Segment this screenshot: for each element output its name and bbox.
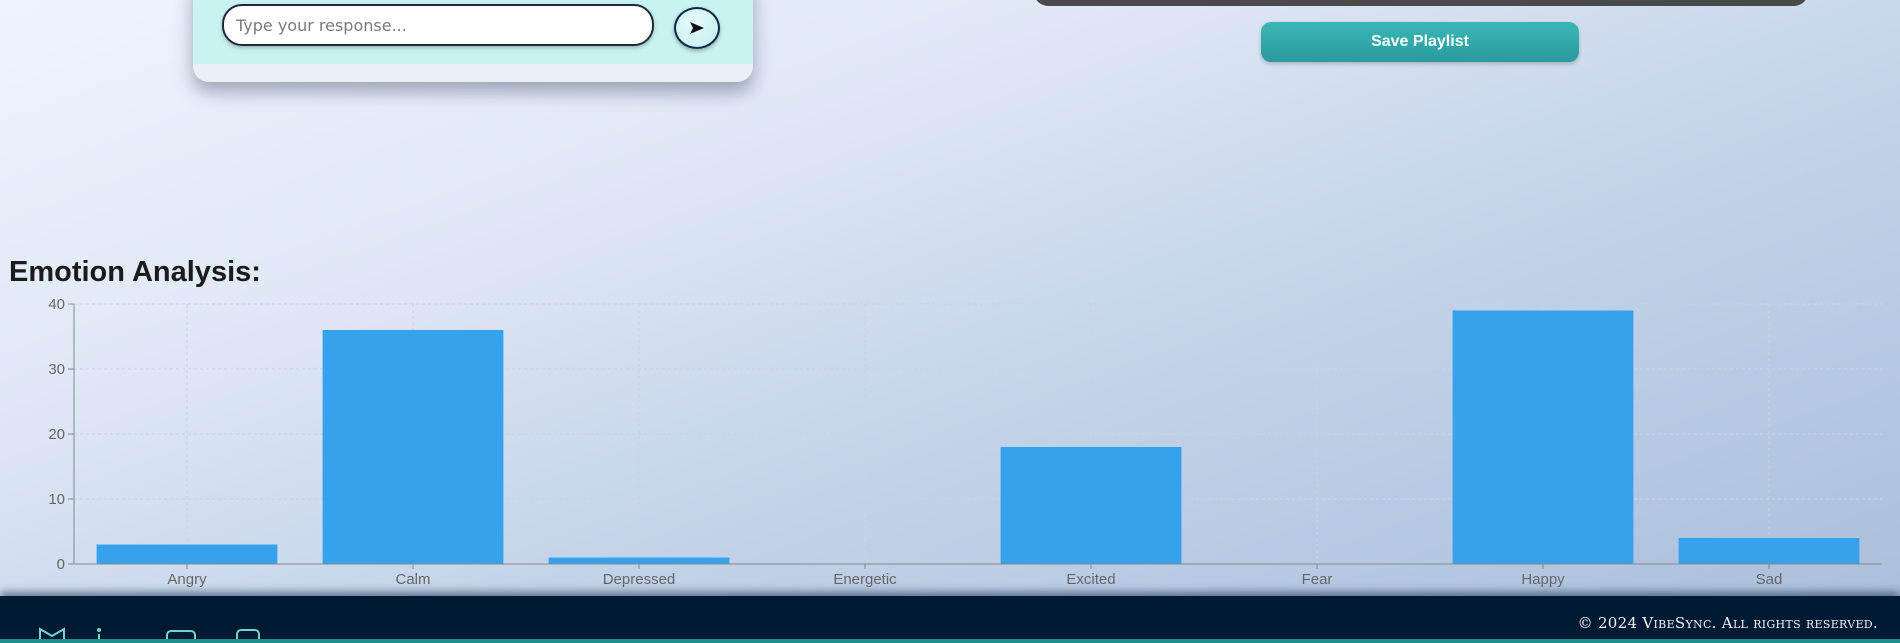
y-tick-label: 10 <box>48 491 65 508</box>
chat-panel <box>193 0 753 82</box>
y-tick-label: 20 <box>48 426 65 443</box>
send-arrow-icon <box>690 22 704 34</box>
bar-depressed <box>548 557 730 564</box>
x-tick-label: Fear <box>1302 571 1333 587</box>
footer: © 2024 VibeSync. All rights reserved. <box>0 596 1900 643</box>
emotion-analysis-title: Emotion Analysis: <box>9 256 261 288</box>
bar-happy <box>1452 310 1634 564</box>
bar-calm <box>322 330 504 564</box>
x-tick-label: Sad <box>1756 571 1783 587</box>
chat-input-row <box>193 0 753 64</box>
x-tick-label: Angry <box>167 571 207 587</box>
x-tick-label: Happy <box>1521 571 1565 587</box>
y-tick-label: 0 <box>57 556 65 573</box>
copyright-text: © 2024 VibeSync. All rights reserved. <box>1577 614 1878 632</box>
emotion-bar-chart: 0 10 20 30 40 Angry Calm Depressed Energetic Exci… <box>48 296 1882 587</box>
y-tick-label: 30 <box>48 361 65 378</box>
x-tick-label: Excited <box>1066 571 1115 587</box>
save-playlist-button[interactable]: Save Playlist <box>1261 22 1579 62</box>
player-panel <box>1034 0 1808 6</box>
bar-angry <box>96 544 278 564</box>
bar-excited <box>1000 447 1182 564</box>
send-button[interactable] <box>674 7 720 49</box>
footer-stripe <box>0 639 1900 643</box>
x-tick-label: Depressed <box>603 571 676 587</box>
chat-response-input[interactable] <box>222 4 654 46</box>
x-tick-label: Energetic <box>833 571 897 587</box>
x-tick-label: Calm <box>395 571 430 587</box>
bar-sad <box>1678 538 1860 564</box>
y-tick-label: 40 <box>48 296 65 313</box>
